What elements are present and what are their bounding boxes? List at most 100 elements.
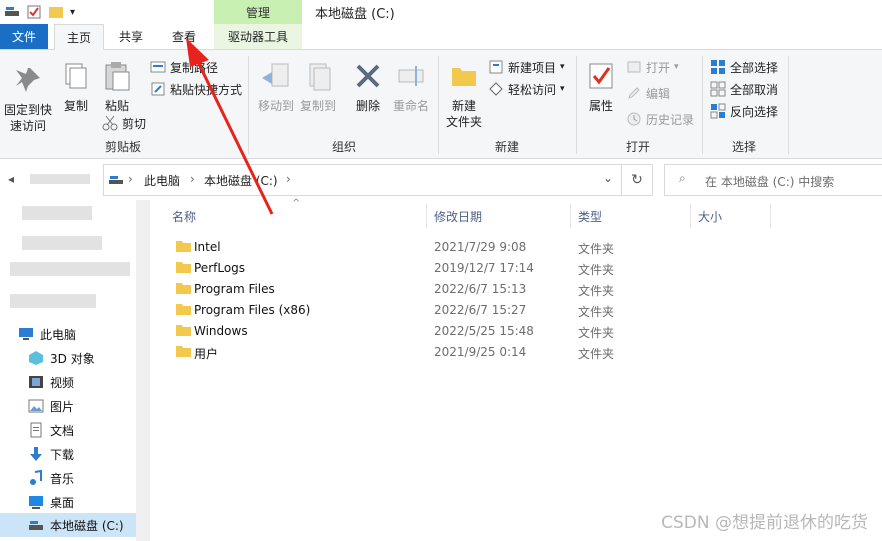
file-name: PerfLogs	[194, 261, 246, 275]
column-separator[interactable]	[570, 204, 571, 228]
chevron-down-icon[interactable]: ⌄	[603, 171, 613, 185]
copy-path-button[interactable]: 复制路径	[150, 58, 218, 76]
pin-to-quick-access-button[interactable]: 固定到快 速访问	[2, 64, 54, 134]
search-input[interactable]: 在 本地磁盘 (C:) 中搜索	[705, 173, 834, 190]
navpane-scrollbar[interactable]	[136, 200, 150, 541]
tab-share[interactable]: 共享	[108, 24, 154, 49]
paste-shortcut-icon	[151, 82, 165, 96]
properties-check-icon	[589, 63, 613, 89]
copy-to-button[interactable]: 复制到	[298, 60, 338, 114]
history-button[interactable]: 历史记录	[626, 110, 694, 128]
chevron-down-icon[interactable]: ▾	[70, 7, 75, 18]
refresh-icon[interactable]: ↻	[621, 164, 653, 196]
ribbon: 固定到快 速访问 复制 粘贴 复制路径 粘贴快捷方式 剪切 剪贴板 移动到 复制…	[0, 50, 882, 159]
video-icon	[29, 376, 43, 388]
file-name: Intel	[194, 240, 221, 254]
address-bar[interactable]: › 此电脑 › 本地磁盘 (C:) › ⌄	[103, 164, 622, 196]
tab-file[interactable]: 文件	[0, 24, 48, 49]
edit-icon	[628, 87, 640, 99]
sort-ascending-icon: ^	[292, 198, 301, 209]
nav-item-pictures[interactable]: 图片	[28, 395, 74, 417]
column-header-name[interactable]: 名称	[172, 208, 196, 225]
column-header-date[interactable]: 修改日期	[434, 208, 482, 225]
select-none-icon	[710, 81, 726, 97]
nav-item-local-disk[interactable]: 本地磁盘 (C:)	[28, 514, 124, 536]
nav-label: 视频	[50, 375, 75, 390]
table-row[interactable]: Program Files (x86) 2022/6/7 15:27 文件夹	[172, 300, 872, 321]
file-list: ^ 名称 修改日期 类型 大小 Intel 2021/7/29 9:08 文件夹…	[152, 198, 882, 541]
delete-label: 删除	[355, 99, 380, 113]
ribbon-separator	[248, 56, 249, 154]
tab-view[interactable]: 查看	[160, 24, 208, 49]
move-to-icon	[262, 63, 289, 87]
new-folder-icon[interactable]	[48, 4, 64, 20]
back-arrow-icon[interactable]: ◂	[8, 172, 22, 186]
move-to-button[interactable]: 移动到	[256, 60, 296, 114]
table-row[interactable]: Windows 2022/5/25 15:48 文件夹	[172, 321, 872, 342]
cut-button[interactable]: 剪切	[102, 114, 146, 132]
folder-icon	[176, 304, 191, 315]
column-header-type[interactable]: 类型	[578, 208, 602, 225]
easy-access-button[interactable]: 轻松访问 ▾	[488, 80, 565, 98]
column-header-size[interactable]: 大小	[698, 208, 722, 225]
search-icon: ⌕	[679, 171, 686, 185]
paste-icon	[105, 62, 130, 91]
paste-shortcut-button[interactable]: 粘贴快捷方式	[150, 80, 242, 98]
tab-home[interactable]: 主页	[54, 24, 104, 50]
table-row[interactable]: Intel 2021/7/29 9:08 文件夹	[172, 237, 872, 258]
properties-check-icon[interactable]	[26, 4, 42, 20]
table-row[interactable]: 用户 2021/9/25 0:14 文件夹	[172, 342, 872, 363]
delete-button[interactable]: 删除	[352, 60, 384, 114]
column-separator[interactable]	[426, 204, 427, 228]
rename-button[interactable]: 重命名	[390, 60, 432, 114]
breadcrumb-separator[interactable]: ›	[190, 172, 195, 186]
breadcrumb-separator[interactable]: ›	[286, 172, 291, 186]
ribbon-separator	[438, 56, 439, 154]
nav-label: 3D 对象	[50, 351, 95, 366]
properties-button[interactable]: 属性	[584, 60, 618, 114]
file-name: Program Files (x86)	[194, 303, 311, 317]
nav-item-music[interactable]: 音乐	[28, 467, 74, 489]
nav-item-documents[interactable]: 文档	[28, 419, 74, 441]
manage-context-tab[interactable]: 管理	[214, 0, 302, 24]
nav-item-video[interactable]: 视频	[28, 371, 74, 393]
file-date: 2022/5/25 15:48	[434, 324, 534, 338]
quick-access-toolbar: ▾	[4, 2, 75, 22]
desktop-icon	[29, 496, 43, 509]
column-separator[interactable]	[690, 204, 691, 228]
search-box[interactable]: ⌕ 在 本地磁盘 (C:) 中搜索	[664, 164, 882, 196]
clipboard-group-label: 剪贴板	[104, 140, 141, 154]
folder-icon	[176, 262, 191, 273]
new-item-icon	[489, 60, 503, 74]
new-group-label: 新建	[494, 140, 519, 154]
tab-drive-tools[interactable]: 驱动器工具	[214, 24, 302, 49]
breadcrumb-this-pc[interactable]: 此电脑	[144, 172, 180, 189]
chevron-down-icon: ▾	[674, 62, 679, 72]
nav-item-3d-objects[interactable]: 3D 对象	[28, 347, 95, 369]
breadcrumb-separator[interactable]: ›	[128, 172, 133, 186]
column-separator[interactable]	[770, 204, 771, 228]
drive-icon[interactable]	[4, 4, 20, 20]
select-none-button[interactable]: 全部取消	[710, 80, 778, 98]
cut-label: 剪切	[122, 116, 147, 131]
table-row[interactable]: Program Files 2022/6/7 15:13 文件夹	[172, 279, 872, 300]
select-all-button[interactable]: 全部选择	[710, 58, 778, 76]
invert-selection-button[interactable]: 反向选择	[710, 102, 778, 120]
edit-button[interactable]: 编辑	[626, 84, 670, 102]
nav-item-downloads[interactable]: 下载	[28, 443, 74, 465]
paste-shortcut-label: 粘贴快捷方式	[170, 82, 243, 97]
table-row[interactable]: PerfLogs 2019/12/7 17:14 文件夹	[172, 258, 872, 279]
nav-item-this-pc[interactable]: 此电脑	[18, 323, 76, 345]
nav-item-desktop[interactable]: 桌面	[28, 491, 74, 513]
blurred-region	[10, 294, 96, 308]
new-item-button[interactable]: 新建项目 ▾	[488, 58, 565, 76]
3d-objects-icon	[29, 351, 43, 365]
nav-label: 音乐	[50, 471, 75, 486]
chevron-down-icon: ▾	[560, 62, 565, 72]
paste-button[interactable]: 粘贴	[100, 60, 134, 114]
new-folder-button[interactable]: 新建 文件夹	[444, 60, 484, 130]
copy-button[interactable]: 复制	[60, 60, 92, 114]
organize-group-label: 组织	[331, 140, 356, 154]
breadcrumb-local-disk[interactable]: 本地磁盘 (C:)	[204, 172, 278, 189]
open-button[interactable]: 打开 ▾	[626, 58, 679, 76]
